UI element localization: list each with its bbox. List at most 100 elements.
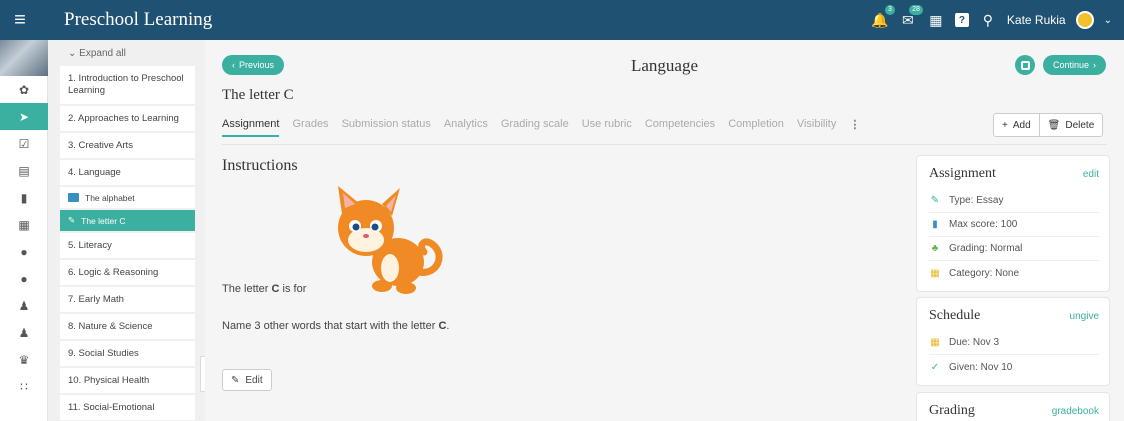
tab-completion[interactable]: Completion [728, 118, 784, 137]
course-thumbnail[interactable] [0, 40, 48, 76]
tab-visibility[interactable]: Visibility [797, 118, 837, 137]
save-icon [1020, 60, 1030, 70]
outline-item[interactable]: 1. Introduction to Preschool Learning [60, 66, 195, 104]
grid-icon[interactable]: ∷ [0, 373, 48, 400]
grading-card: Grading gradebook [916, 392, 1110, 421]
outline-item[interactable]: 4. Language [60, 160, 195, 185]
outline-item[interactable]: 10. Physical Health [60, 368, 195, 393]
outline-item[interactable]: 11. Social-Emotional [60, 395, 195, 420]
name-words-text: Name 3 other words that start with the l… [222, 320, 449, 332]
edit-link[interactable]: edit [1083, 169, 1099, 180]
settings-icon[interactable]: ✿ [0, 76, 48, 103]
top-right-tools: 🔔 3 ✉ 28 ▦ ? ⚲ Kate Rukia ⌄ [871, 0, 1112, 40]
assignment-card-title: Assignment [929, 166, 996, 181]
given-row: ✓ Given: Nov 10 [929, 355, 1099, 379]
divider [222, 144, 1107, 145]
outline-item[interactable]: 6. Logic & Reasoning [60, 260, 195, 285]
user-icon[interactable]: ● [0, 265, 48, 292]
save-button[interactable] [1015, 55, 1035, 75]
name-words-prefix: Name 3 other words that start with the l… [222, 320, 439, 332]
delete-button[interactable]: 🗑 Delete [1038, 114, 1103, 136]
letter-prompt-text: The letter C is for [222, 283, 306, 295]
letter-prompt-suffix: is for [279, 283, 307, 295]
category-icon: ▦ [930, 267, 940, 279]
search-icon[interactable]: ⚲ [979, 11, 997, 29]
category-row: ▦ Category: None [929, 261, 1099, 285]
bar-chart-icon[interactable]: ▮ [0, 184, 48, 211]
max-score-value: Max score: 100 [949, 219, 1018, 230]
tab-bar: Assignment Grades Submission status Anal… [222, 118, 860, 137]
avatar[interactable] [1075, 11, 1094, 29]
schedule-card-title: Schedule [929, 308, 981, 323]
delete-label: Delete [1065, 119, 1095, 131]
due-value: Due: Nov 3 [949, 337, 1000, 348]
top-bar: ≡ Preschool Learning 🔔 3 ✉ 28 ▦ ? ⚲ Kate R… [0, 0, 1124, 40]
instructions-heading: Instructions [222, 157, 298, 174]
grading-row: ♣ Grading: Normal [929, 237, 1099, 261]
tab-analytics[interactable]: Analytics [444, 118, 488, 137]
chevron-right-icon: › [1093, 60, 1097, 70]
outline-item[interactable]: 5. Literacy [60, 233, 195, 258]
outline-item[interactable]: 2. Approaches to Learning [60, 106, 195, 131]
type-row: ✎ Type: Essay [929, 189, 1099, 213]
outline-subitem-label: The letter C [81, 215, 126, 226]
calendar-icon[interactable]: ▦ [927, 11, 945, 29]
notifications-icon[interactable]: 🔔 3 [871, 5, 895, 29]
trophy-icon[interactable]: ♛ [0, 346, 48, 373]
tab-use-rubric[interactable]: Use rubric [582, 118, 632, 137]
plus-icon: + [1002, 119, 1008, 131]
page-title: Language [630, 56, 699, 75]
tab-submission-status[interactable]: Submission status [342, 118, 431, 137]
check-square-icon[interactable]: ☑ [0, 130, 48, 157]
pencil-icon: ✎ [68, 215, 76, 225]
icon-rail: ✿ ➤ ☑ ▤ ▮ ▦ ● ● ♟ ♟ ♛ ∷ [0, 40, 48, 421]
tab-grading-scale[interactable]: Grading scale [501, 118, 569, 137]
page-icon [68, 193, 79, 202]
calendar-grid-icon[interactable]: ▤ [0, 157, 48, 184]
user-icon[interactable]: ● [0, 238, 48, 265]
outline-item[interactable]: 3. Creative Arts [60, 133, 195, 158]
chevron-down-icon[interactable]: ⌄ [1104, 15, 1112, 26]
tab-assignment[interactable]: Assignment [222, 118, 280, 137]
assignment-title: The letter C [222, 87, 294, 103]
due-row: ▦ Due: Nov 3 [929, 331, 1099, 355]
pencil-icon: ✎ [930, 195, 940, 206]
outline-subitem-the-letter-c[interactable]: ✎ The letter C [60, 210, 195, 231]
name-words-suffix: . [446, 320, 450, 332]
expand-all-label: Expand all [79, 47, 126, 59]
users-icon[interactable]: ♟ [0, 319, 48, 346]
edit-button[interactable]: ✎ Edit [222, 369, 272, 391]
continue-label: Continue [1053, 60, 1090, 70]
gradebook-link[interactable]: gradebook [1052, 406, 1099, 417]
table-grid-icon[interactable]: ▦ [0, 211, 48, 238]
letter-prompt-prefix: The letter [222, 283, 272, 295]
check-icon: ✓ [930, 361, 940, 373]
outline-item[interactable]: 8. Nature & Science [60, 314, 195, 339]
tab-grades[interactable]: Grades [292, 118, 328, 137]
app-title[interactable]: Preschool Learning [64, 9, 212, 31]
trash-icon: 🗑 [1047, 119, 1061, 131]
messages-icon[interactable]: ✉ 28 [899, 5, 923, 29]
grading-card-title: Grading [929, 403, 975, 418]
help-button[interactable]: ? [954, 13, 969, 27]
category-value: Category: None [949, 267, 1020, 279]
continue-button[interactable]: Continue › [1043, 55, 1107, 75]
grading-icon: ♣ [931, 243, 939, 254]
tab-competencies[interactable]: Competencies [645, 118, 715, 137]
given-value: Given: Nov 10 [949, 361, 1013, 373]
hamburger-icon[interactable]: ≡ [0, 0, 40, 40]
send-icon[interactable]: ➤ [0, 103, 48, 130]
outline-item[interactable]: 9. Social Studies [60, 341, 195, 366]
user-name[interactable]: Kate Rukia [1007, 13, 1066, 27]
outline-subitem-the-alphabet[interactable]: The alphabet [60, 187, 195, 208]
more-tabs-icon[interactable]: ⋮ [849, 118, 860, 137]
users-icon[interactable]: ♟ [0, 292, 48, 319]
expand-all-toggle[interactable]: ⌄ Expand all [60, 40, 195, 66]
action-buttons: + Add 🗑 Delete [993, 113, 1104, 137]
outline-item[interactable]: 7. Early Math [60, 287, 195, 312]
add-button[interactable]: + Add [994, 114, 1039, 136]
assignment-card: Assignment edit ✎ Type: Essay ▮ Max score:… [916, 155, 1110, 292]
max-score-row: ▮ Max score: 100 [929, 213, 1099, 237]
messages-badge: 28 [909, 5, 923, 15]
ungive-link[interactable]: ungive [1070, 311, 1099, 322]
